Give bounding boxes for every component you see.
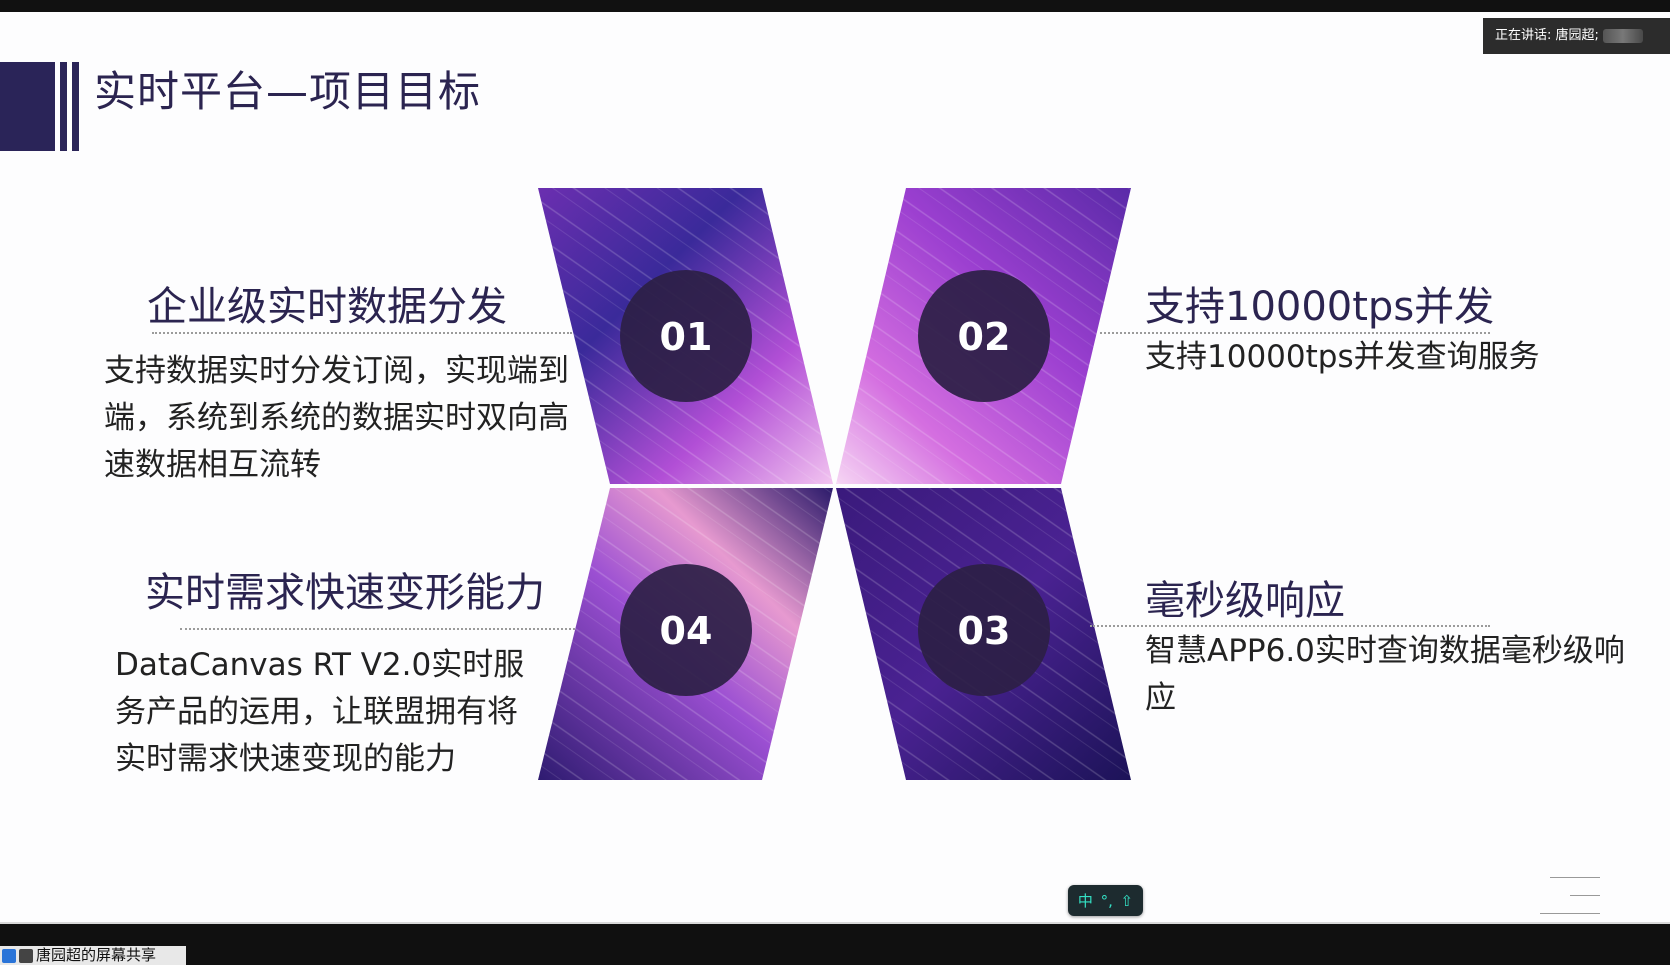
description-line: 应 [1145, 680, 1176, 716]
goal-description-03: 智慧APP6.0实时查询数据毫秒级响 应 [1145, 628, 1635, 722]
ime-mode-toggle[interactable]: 中 [1078, 890, 1093, 911]
ime-shift-icon[interactable]: ⇧ [1121, 892, 1134, 910]
goal-heading-03: 毫秒级响应 [1145, 578, 1345, 624]
description-line: DataCanvas RT V2.0实时服 [115, 647, 525, 683]
window-bottom-bar [0, 924, 1670, 965]
description-line: 支持10000tps并发查询服务 [1145, 339, 1540, 375]
number-badge-04: 04 [620, 564, 752, 696]
number-label: 01 [660, 315, 713, 359]
description-line: 智慧APP6.0实时查询数据毫秒级响 [1145, 633, 1625, 669]
goal-heading-02: 支持10000tps并发 [1145, 284, 1495, 330]
number-label: 02 [958, 315, 1011, 359]
number-badge-01: 01 [620, 270, 752, 402]
goal-description-01: 支持数据实时分发订阅，实现端到 端，系统到系统的数据实时双向高 速数据相互流转 [104, 348, 584, 489]
screen-share-text: 唐园超的屏幕共享 [36, 946, 157, 964]
divider-03 [1090, 625, 1490, 627]
goal-description-04: DataCanvas RT V2.0实时服 务产品的运用，让联盟拥有将 实时需求… [115, 642, 555, 783]
number-label: 03 [958, 609, 1011, 653]
description-line: 端，系统到系统的数据实时双向高 [104, 400, 569, 436]
screen-share-label: 唐园超的屏幕共享 [0, 946, 186, 965]
number-label: 04 [660, 609, 713, 653]
goal-description-02: 支持10000tps并发查询服务 [1145, 334, 1625, 381]
description-line: 支持数据实时分发订阅，实现端到 [104, 353, 569, 389]
number-badge-03: 03 [918, 564, 1050, 696]
ime-punctuation-toggle[interactable]: °, [1101, 892, 1113, 910]
divider-01 [152, 332, 572, 334]
goal-heading-01: 企业级实时数据分发 [147, 284, 507, 330]
description-line: 务产品的运用，让联盟拥有将 [115, 694, 518, 730]
divider-04 [180, 628, 575, 630]
ime-toolbar[interactable]: 中 °, ⇧ [1068, 885, 1143, 916]
description-line: 实时需求快速变现的能力 [115, 741, 456, 777]
description-line: 速数据相互流转 [104, 447, 321, 483]
number-badge-02: 02 [918, 270, 1050, 402]
user-icon [2, 948, 16, 963]
screen-share-icon [19, 948, 33, 963]
goal-heading-04: 实时需求快速变形能力 [145, 570, 545, 616]
slide-corner-decoration [1540, 877, 1600, 915]
